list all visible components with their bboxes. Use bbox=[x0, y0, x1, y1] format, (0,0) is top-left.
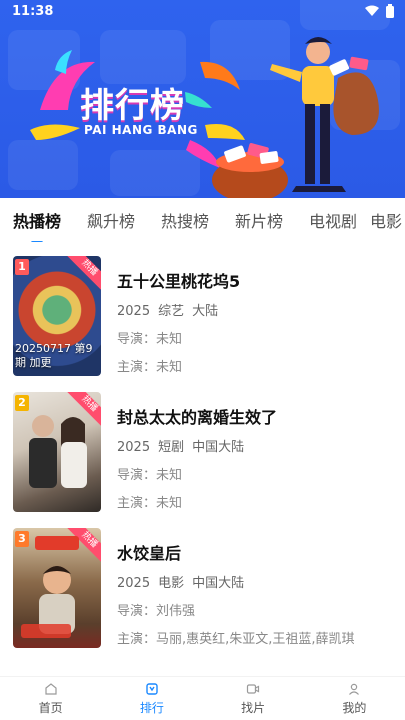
tab-rising[interactable]: 飙升榜 bbox=[74, 208, 148, 232]
tab-movie[interactable]: 电影 bbox=[370, 208, 405, 232]
active-tab-indicator bbox=[31, 241, 43, 242]
poster-image[interactable]: 1 热播 20250717 第9期 加更 bbox=[13, 256, 101, 376]
tab-hot-search[interactable]: 热搜榜 bbox=[148, 208, 222, 232]
item-director: 导演：未知 bbox=[117, 464, 397, 483]
nav-mine[interactable]: 我的 bbox=[304, 677, 405, 720]
banner-subtitle: PAI HANG BANG bbox=[84, 123, 198, 137]
status-bar: 11:38 bbox=[0, 0, 405, 22]
poster-caption: 20250717 第9期 加更 bbox=[15, 342, 93, 369]
tab-new[interactable]: 新片榜 bbox=[222, 208, 296, 232]
item-info: 水饺皇后 2025 电影 中国大陆 导演：刘伟强 主演：马丽,惠英红,朱亚文,王祖蓝… bbox=[117, 540, 397, 656]
poster-art bbox=[29, 415, 87, 488]
status-time: 11:38 bbox=[12, 3, 54, 19]
item-genre: 电影 bbox=[158, 576, 185, 591]
home-icon bbox=[45, 682, 57, 695]
poster-image[interactable]: 2 热播 bbox=[13, 392, 101, 512]
cast-label: 主演： bbox=[117, 360, 157, 375]
item-genre: 短剧 bbox=[158, 440, 185, 455]
nav-label: 排行 bbox=[139, 700, 164, 715]
director-value: 未知 bbox=[156, 468, 183, 483]
item-year: 2025 bbox=[117, 440, 151, 455]
cast-value: 马丽,惠英红,朱亚文,王祖蓝,薛凯琪 bbox=[156, 632, 355, 647]
item-cast: 主演：未知 bbox=[117, 492, 397, 511]
rank-badge: 1 bbox=[15, 259, 29, 275]
director-label: 导演： bbox=[117, 468, 157, 483]
item-meta: 2025 综艺 大陆 bbox=[117, 300, 397, 319]
banner-title: 排行榜 bbox=[80, 86, 185, 126]
banner-illustration bbox=[30, 37, 379, 198]
item-cast: 主演：未知 bbox=[117, 356, 397, 375]
hot-ribbon: 热播 bbox=[63, 256, 101, 295]
nav-label: 找片 bbox=[241, 700, 266, 715]
ranking-banner: 11:38 排行榜 PAI HANG BANG bbox=[0, 0, 405, 198]
item-meta: 2025 电影 中国大陆 bbox=[117, 572, 397, 591]
wifi-icon bbox=[365, 5, 379, 16]
poster-image[interactable]: 3 热播 bbox=[13, 528, 101, 648]
item-director: 导演：刘伟强 bbox=[117, 600, 397, 619]
item-info: 五十公里桃花坞5 2025 综艺 大陆 导演：未知 主演：未知 bbox=[117, 268, 397, 384]
tab-label: 电影 bbox=[370, 212, 403, 231]
tab-hot-play[interactable]: 热播榜 bbox=[0, 208, 74, 242]
item-director: 导演：未知 bbox=[117, 328, 397, 347]
tab-label: 热播榜 bbox=[12, 212, 61, 231]
nav-home[interactable]: 首页 bbox=[0, 677, 101, 720]
item-title[interactable]: 五十公里桃花坞5 bbox=[117, 268, 397, 292]
item-genre: 综艺 bbox=[158, 304, 185, 319]
ranking-tabs: 热播榜 飙升榜 热搜榜 新片榜 电视剧 电影 bbox=[0, 198, 405, 242]
list-item[interactable]: 3 热播 水饺皇后 2025 电影 中国大陆 导演：刘伟强 主演：马丽,惠英红,朱亚… bbox=[0, 526, 405, 662]
bottom-nav: 首页 排行 找片 我的 bbox=[0, 676, 405, 720]
director-value: 刘伟强 bbox=[156, 604, 196, 619]
list-item[interactable]: 1 热播 20250717 第9期 加更 五十公里桃花坞5 2025 综艺 大陆 导… bbox=[0, 254, 405, 390]
tab-label: 电视剧 bbox=[308, 212, 357, 231]
director-label: 导演： bbox=[117, 604, 157, 619]
cast-label: 主演： bbox=[117, 496, 157, 511]
ranking-icon bbox=[146, 682, 158, 695]
director-value: 未知 bbox=[156, 332, 183, 347]
item-year: 2025 bbox=[117, 576, 151, 591]
item-cast: 主演：马丽,惠英红,朱亚文,王祖蓝,薛凯琪 bbox=[117, 628, 397, 647]
poster-art bbox=[21, 536, 79, 638]
ranking-list: 1 热播 20250717 第9期 加更 五十公里桃花坞5 2025 综艺 大陆 导… bbox=[0, 254, 405, 662]
tab-label: 新片榜 bbox=[234, 212, 283, 231]
item-info: 封总太太的离婚生效了 2025 短剧 中国大陆 导演：未知 主演：未知 bbox=[117, 404, 397, 520]
nav-ranking[interactable]: 排行 bbox=[101, 677, 202, 720]
item-year: 2025 bbox=[117, 304, 151, 319]
cast-value: 未知 bbox=[156, 496, 183, 511]
nav-find-video[interactable]: 找片 bbox=[203, 677, 304, 720]
item-region: 中国大陆 bbox=[192, 440, 245, 455]
item-title[interactable]: 封总太太的离婚生效了 bbox=[117, 404, 397, 428]
item-region: 大陆 bbox=[192, 304, 219, 319]
tab-label: 飙升榜 bbox=[86, 212, 135, 231]
nav-label: 我的 bbox=[342, 700, 367, 715]
item-title[interactable]: 水饺皇后 bbox=[117, 540, 397, 564]
list-item[interactable]: 2 热播 封总太太的离婚生效了 2025 短剧 中国大陆 导演：未知 主演：未知 bbox=[0, 390, 405, 526]
cast-label: 主演： bbox=[117, 632, 157, 647]
status-icons bbox=[365, 4, 395, 18]
video-icon bbox=[247, 683, 260, 694]
item-meta: 2025 短剧 中国大陆 bbox=[117, 436, 397, 455]
nav-label: 首页 bbox=[38, 700, 63, 715]
cast-value: 未知 bbox=[156, 360, 183, 375]
tab-label: 热搜榜 bbox=[160, 212, 209, 231]
tab-tv-series[interactable]: 电视剧 bbox=[296, 208, 370, 232]
screen: 11:38 排行榜 PAI HANG BANG 热播榜 飙升榜 热搜榜 新片榜 … bbox=[0, 0, 405, 720]
user-icon bbox=[349, 683, 360, 695]
battery-icon bbox=[386, 4, 394, 18]
director-label: 导演： bbox=[117, 332, 157, 347]
item-region: 中国大陆 bbox=[192, 576, 245, 591]
